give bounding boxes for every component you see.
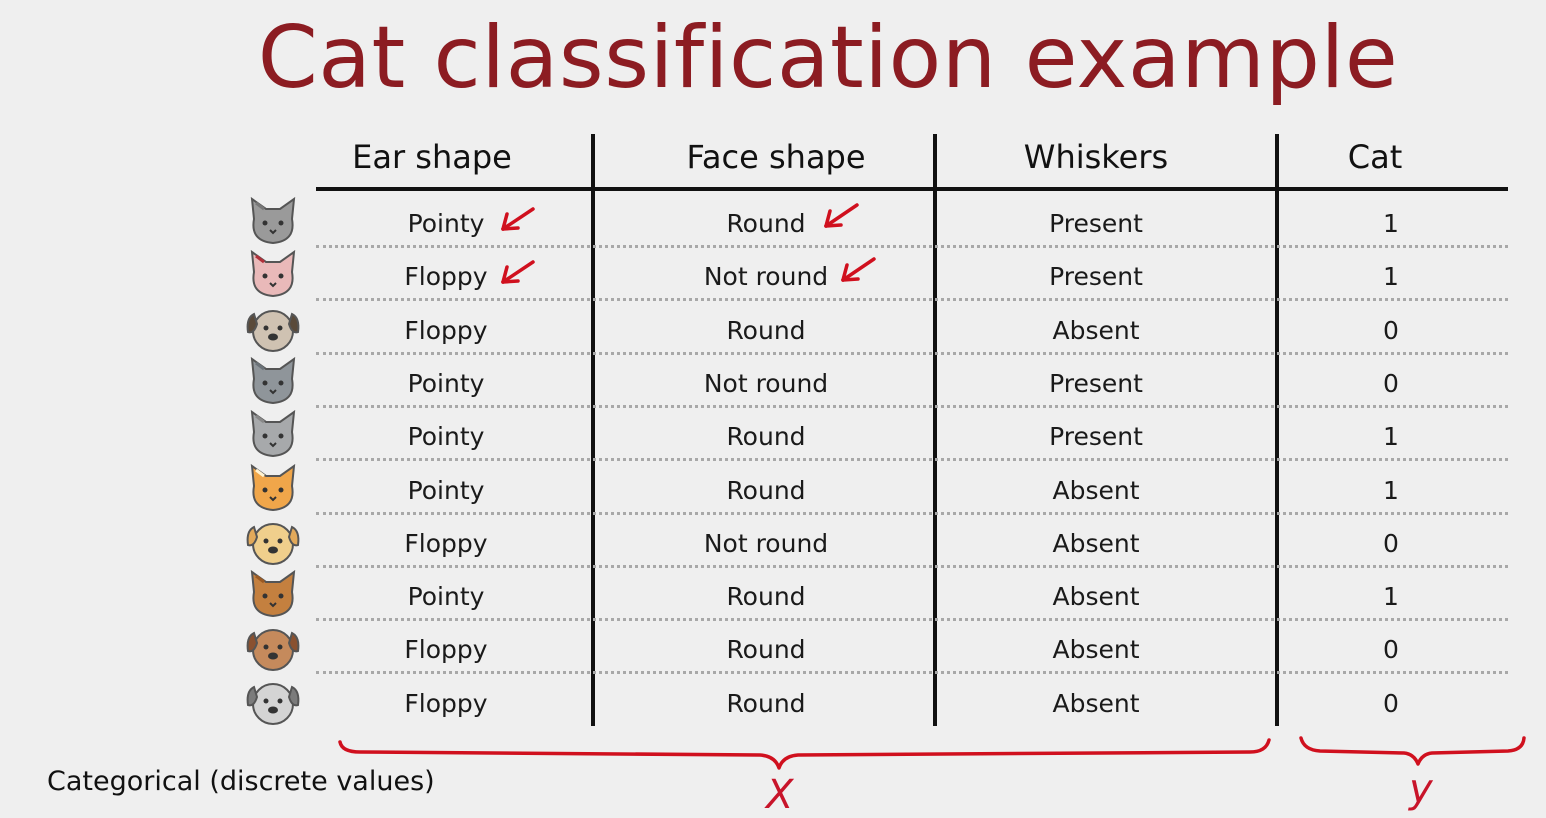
target-label: y xyxy=(1409,766,1433,812)
footnote: Categorical (discrete values) xyxy=(47,766,435,797)
red-arrow-icon xyxy=(824,203,859,228)
red-arrow-icon xyxy=(501,207,535,231)
features-brace xyxy=(338,738,1271,770)
red-arrow-icon xyxy=(841,257,876,282)
red-arrow-icon xyxy=(501,260,535,284)
target-brace xyxy=(1299,736,1526,766)
features-label: X xyxy=(766,772,794,818)
annotation-layer xyxy=(338,203,1526,770)
